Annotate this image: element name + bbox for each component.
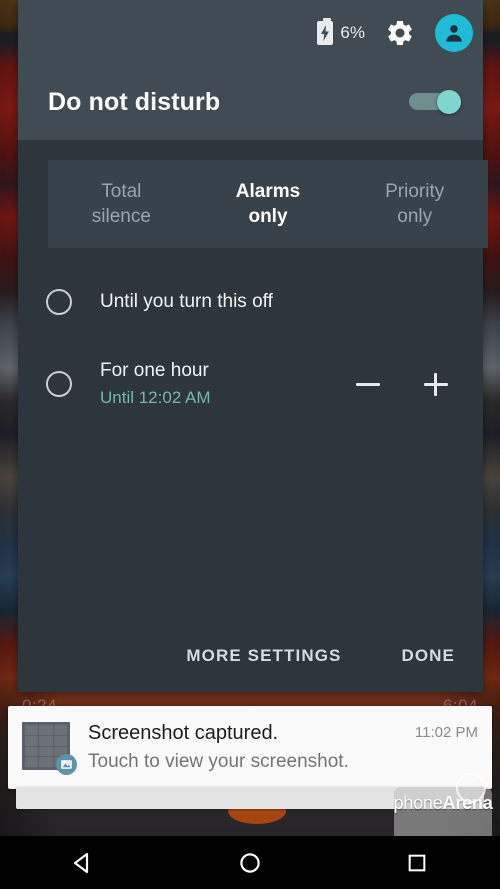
thumb-cell — [39, 757, 53, 767]
radio-for-one-hour[interactable] — [46, 371, 72, 397]
mode-alarms-only-line1: Alarms — [235, 180, 301, 202]
option-until-turned-off-texts: Until you turn this off — [100, 289, 461, 315]
back-button[interactable] — [53, 841, 113, 885]
option-until-turned-off[interactable]: Until you turn this off — [18, 272, 483, 332]
mode-total-silence-line1: Total — [101, 180, 142, 202]
screenshot-thumbnail — [22, 722, 77, 775]
panel-header: 6% Do not disturb — [18, 0, 483, 140]
watermark-text-light: phone — [393, 793, 443, 813]
option-for-one-hour[interactable]: For one hour Until 12:02 AM — [18, 354, 483, 414]
charging-bolt-icon — [321, 25, 330, 41]
battery-status: 6% — [317, 18, 365, 45]
mode-priority-only-line2: only — [397, 206, 433, 227]
back-triangle-icon — [74, 852, 89, 873]
notification-screenshot[interactable]: Screenshot captured. Touch to view your … — [8, 706, 492, 789]
recents-square-icon — [408, 854, 425, 871]
increase-duration-button[interactable] — [419, 367, 453, 401]
notification-title: Screenshot captured. — [88, 722, 279, 744]
thumb-cell — [25, 725, 39, 735]
phone-screen: 0:24 6:04 6% — [0, 0, 500, 889]
recents-button[interactable] — [387, 841, 447, 885]
mode-alarms-only[interactable]: Alarms only — [195, 160, 342, 248]
option-until-turned-off-title: Until you turn this off — [100, 291, 273, 313]
thumb-cell — [39, 746, 53, 757]
dnd-toggle-switch[interactable] — [409, 90, 461, 114]
photo-glyph-icon — [61, 760, 72, 769]
user-avatar-button[interactable] — [435, 14, 473, 52]
notification-text: Touch to view your screenshot. — [88, 751, 349, 772]
photo-icon — [56, 754, 77, 775]
decrease-duration-button[interactable] — [351, 367, 385, 401]
mode-priority-only[interactable]: Priority only — [341, 160, 488, 248]
gear-icon — [388, 20, 412, 45]
option-for-one-hour-texts: For one hour Until 12:02 AM — [100, 358, 351, 409]
page-title: Do not disturb — [48, 88, 221, 116]
thumb-cell — [39, 725, 53, 735]
radio-until-turned-off[interactable] — [46, 289, 72, 315]
thumb-cell — [25, 735, 39, 746]
home-button[interactable] — [220, 841, 280, 885]
toggle-knob — [437, 90, 461, 114]
mode-total-silence-line2: silence — [91, 206, 151, 227]
duration-stepper — [351, 367, 461, 401]
thumb-cell — [53, 725, 67, 735]
mode-total-silence[interactable]: Total silence — [48, 160, 195, 248]
thumb-cell — [25, 746, 39, 757]
notification-body: Screenshot captured. Touch to view your … — [70, 718, 415, 775]
navigation-bar — [0, 836, 500, 889]
battery-percent-label: 6% — [340, 23, 365, 42]
done-button[interactable]: DONE — [397, 636, 459, 676]
panel-actions: MORE SETTINGS DONE — [18, 636, 483, 676]
thumb-cell — [53, 735, 67, 746]
duration-options-list: Until you turn this off For one hour Unt… — [18, 272, 483, 414]
watermark-circle-icon — [456, 773, 486, 803]
mode-priority-only-line1: Priority — [385, 180, 445, 202]
home-circle-icon — [240, 852, 260, 873]
dnd-mode-selector: Total silence Alarms only Priority only — [48, 160, 488, 248]
settings-button[interactable] — [383, 16, 417, 50]
thumb-cell — [39, 735, 53, 746]
more-settings-button[interactable]: MORE SETTINGS — [182, 636, 345, 676]
battery-charging-icon — [317, 18, 334, 45]
option-for-one-hour-subtitle: Until 12:02 AM — [100, 387, 211, 407]
quick-settings-status-row: 6% — [317, 14, 473, 52]
thumb-cell — [25, 757, 39, 767]
option-for-one-hour-title: For one hour — [100, 360, 209, 382]
do-not-disturb-panel: 6% Do not disturb Total silence Alarms o… — [18, 0, 488, 692]
user-avatar-icon — [446, 25, 462, 42]
mode-alarms-only-line2: only — [248, 206, 288, 227]
notification-time: 11:02 PM — [414, 724, 478, 741]
